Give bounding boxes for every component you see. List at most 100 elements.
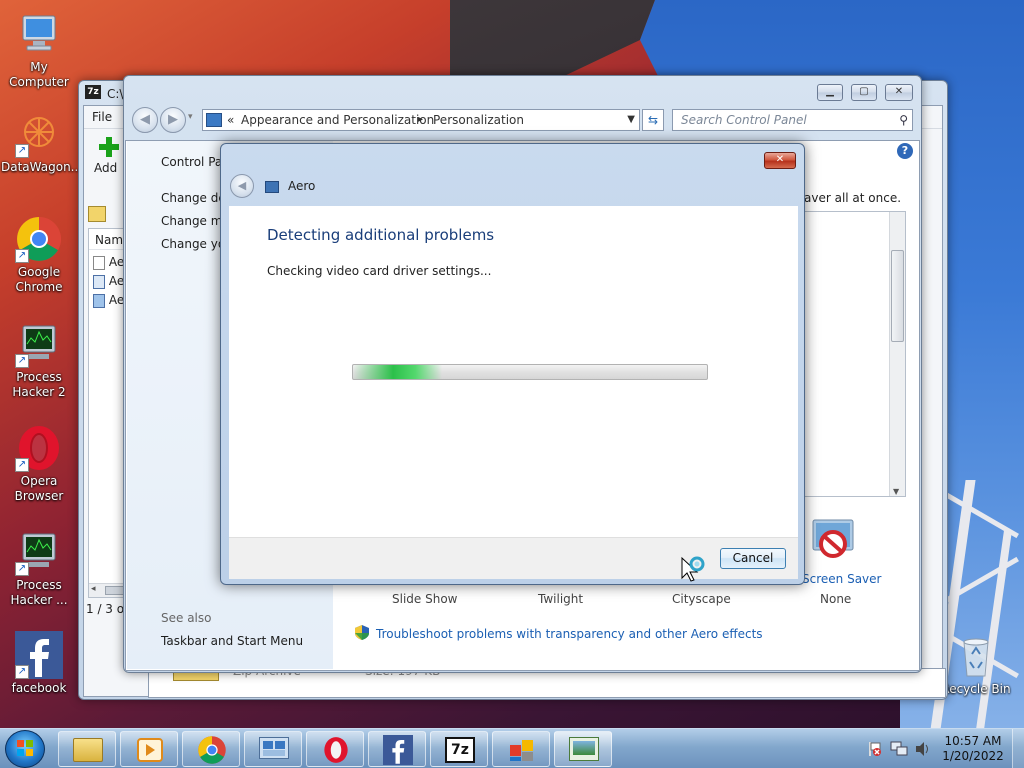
shortcut-arrow-icon: ↗ (15, 562, 29, 576)
desktop-icon-label: DataWagon... (1, 160, 83, 174)
folder-up-icon[interactable] (88, 206, 106, 222)
breadcrumb-overflow[interactable]: « (227, 110, 234, 130)
address-dropdown-icon[interactable]: ▼ (627, 110, 635, 130)
desktop-icon-process-hacker-2[interactable]: ↗ Process Hacker ... (1, 528, 77, 608)
theme-cityscape[interactable]: Cityscape (672, 592, 731, 606)
aero-app-icon (265, 181, 279, 193)
dialog-content: Detecting additional problems Checking v… (229, 206, 798, 579)
network-icon[interactable] (890, 741, 908, 757)
shortcut-arrow-icon: ↗ (15, 144, 29, 158)
chrome-icon: ↗ (15, 215, 63, 263)
start-button[interactable] (5, 730, 45, 768)
show-desktop-button[interactable] (1012, 729, 1024, 768)
desktop-icon-label: Recycle Bin (941, 682, 1011, 696)
list-item[interactable]: Ae (93, 274, 124, 289)
opera-icon: ↗ (15, 424, 63, 472)
add-button[interactable]: Add (94, 161, 117, 175)
dialog-close-button[interactable]: ✕ (764, 152, 796, 169)
process-hacker-icon: ↗ (15, 528, 63, 576)
window-title: C:\ (107, 87, 124, 101)
vertical-scrollbar[interactable]: ▼ (889, 212, 905, 496)
breadcrumb-personalization[interactable]: Personalization (433, 110, 524, 130)
recycle-bin-icon (952, 632, 1000, 680)
see-also-heading: See also (161, 611, 212, 625)
personalization-icon (569, 737, 599, 761)
taskbar-remote-desktop[interactable] (244, 731, 302, 767)
breadcrumb-appearance[interactable]: Appearance and Personalization (241, 110, 434, 130)
clock-time: 10:57 AM (944, 734, 1002, 748)
aero-troubleshooter-dialog[interactable]: ✕ ◀ Aero Detecting additional problems C… (220, 143, 805, 585)
dialog-title: Aero (288, 179, 316, 193)
refresh-button[interactable]: ⇆ (642, 109, 664, 131)
opera-icon (324, 737, 348, 763)
computer-icon (15, 10, 63, 58)
shortcut-arrow-icon: ↗ (15, 458, 29, 472)
search-icon[interactable]: ⚲ (899, 110, 908, 130)
desktop-icon-process-hacker[interactable]: ↗ Process Hacker 2 (1, 320, 77, 400)
busy-cursor-icon (680, 556, 706, 582)
maximize-button[interactable]: ▢ (851, 84, 877, 101)
media-player-icon (137, 738, 163, 762)
chrome-icon (198, 736, 226, 764)
screen-saver-value: None (820, 592, 852, 606)
windows-flag-icon (510, 740, 533, 761)
breadcrumb-separator-icon[interactable]: ▸ (418, 110, 423, 130)
action-center-icon[interactable] (866, 741, 882, 757)
taskbar-media-player[interactable] (120, 731, 178, 767)
taskbar-explorer[interactable] (58, 731, 116, 767)
menu-file[interactable]: File (92, 110, 112, 124)
theme-slide-show[interactable]: Slide Show (392, 592, 457, 606)
scroll-left-icon[interactable]: ◂ (91, 584, 96, 594)
help-icon[interactable]: ? (897, 143, 913, 159)
minimize-button[interactable]: ▁ (817, 84, 843, 101)
back-button[interactable]: ◀ (132, 107, 158, 133)
search-placeholder: Search Control Panel (681, 113, 807, 127)
dialog-heading: Detecting additional problems (267, 226, 495, 244)
file-icon (93, 274, 105, 289)
windows-logo-icon (17, 740, 33, 756)
scrollbar-thumb[interactable] (891, 250, 904, 342)
file-icon (93, 255, 105, 270)
list-item[interactable]: Ae (93, 293, 124, 308)
address-bar[interactable]: « Appearance and Personalization ▸ Perso… (202, 109, 640, 131)
cancel-button[interactable]: Cancel (720, 548, 786, 569)
troubleshoot-link[interactable]: Troubleshoot problems with transparency … (376, 627, 763, 641)
theme-twilight[interactable]: Twilight (538, 592, 583, 606)
clock[interactable]: 10:57 AM 1/20/2022 (940, 734, 1006, 764)
clock-date: 1/20/2022 (942, 749, 1004, 763)
taskbar-windows-features[interactable] (492, 731, 550, 767)
desktop-icon-my-computer[interactable]: My Computer (1, 10, 77, 90)
dialog-status-text: Checking video card driver settings... (267, 264, 492, 278)
scroll-down-icon[interactable]: ▼ (893, 487, 899, 496)
search-input[interactable]: Search Control Panel ⚲ (672, 109, 913, 131)
screen-saver-link[interactable]: Screen Saver (802, 572, 881, 586)
desktop-icon-label: Google Chrome (15, 265, 63, 294)
taskbar-personalization[interactable] (554, 731, 612, 767)
volume-icon[interactable] (914, 741, 932, 757)
desktop-icon-datawagon[interactable]: ↗ DataWagon... (1, 110, 82, 175)
link-taskbar-start-menu[interactable]: Taskbar and Start Menu (161, 634, 303, 648)
close-button[interactable]: ✕ (885, 84, 913, 101)
7zip-icon: 7z (445, 737, 475, 763)
desktop-icon-opera[interactable]: ↗ Opera Browser (1, 424, 77, 504)
facebook-icon (383, 735, 413, 765)
taskbar-facebook[interactable] (368, 731, 426, 767)
taskbar-7zip[interactable]: 7z (430, 731, 488, 767)
recent-pages-dropdown-icon[interactable]: ▾ (188, 112, 193, 122)
shortcut-arrow-icon: ↗ (15, 354, 29, 368)
taskbar-chrome[interactable] (182, 731, 240, 767)
description-text: aver all at once. (804, 191, 902, 205)
taskbar-opera[interactable] (306, 731, 364, 767)
desktop-icon-chrome[interactable]: ↗ Google Chrome (1, 215, 77, 295)
desktop-icon-facebook[interactable]: ↗ facebook (1, 631, 77, 696)
shortcut-arrow-icon: ↗ (15, 665, 29, 679)
process-hacker-icon: ↗ (15, 320, 63, 368)
screen-saver-icon[interactable] (809, 516, 857, 564)
dialog-back-button[interactable]: ◀ (230, 174, 254, 198)
desktop-icon-label: facebook (11, 681, 67, 695)
forward-button[interactable]: ▶ (160, 107, 186, 133)
desktop-icon-recycle-bin[interactable]: Recycle Bin (938, 632, 1014, 697)
control-panel-icon (206, 113, 222, 127)
explorer-icon (73, 738, 103, 762)
list-item[interactable]: Ae (93, 255, 124, 270)
